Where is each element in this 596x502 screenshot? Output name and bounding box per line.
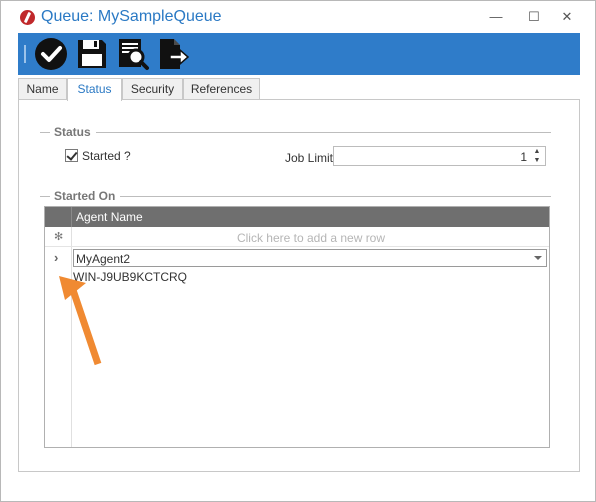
tab-status[interactable]: Status — [67, 78, 122, 101]
tab-name[interactable]: Name — [18, 78, 67, 100]
export-icon — [160, 39, 190, 69]
new-row-icon: ✻ — [54, 231, 64, 243]
started-on-group-header: Started On — [40, 189, 551, 203]
new-row-hint: Click here to add a new row — [236, 231, 386, 245]
toolbar — [18, 33, 580, 75]
save-icon — [78, 40, 106, 68]
document-preview-icon — [119, 39, 149, 70]
agent-name-value: MyAgent2 — [76, 252, 131, 266]
grid-header: Agent Name — [45, 207, 549, 227]
maximize-button[interactable]: ☐ — [519, 7, 549, 27]
window-title: Queue: MySampleQueue — [41, 8, 222, 25]
grid-corner — [45, 207, 72, 227]
chevron-down-icon[interactable] — [534, 256, 542, 260]
save-button[interactable] — [75, 37, 109, 71]
job-limit-label: Job Limit — [285, 151, 334, 165]
preview-button[interactable] — [116, 37, 150, 71]
started-checkbox[interactable] — [65, 149, 78, 162]
spin-down-icon[interactable]: ▼ — [532, 157, 542, 165]
toolbar-grip[interactable] — [24, 45, 26, 63]
title-bar: Queue: MySampleQueue — ☐ ✕ — [1, 1, 595, 33]
job-limit-value: 1 — [520, 150, 527, 164]
table-row[interactable]: › MyAgent2 — [45, 248, 549, 268]
started-label: Started ? — [82, 149, 131, 163]
new-row[interactable]: ✻ Click here to add a new row — [45, 227, 549, 247]
save-and-close-button[interactable] — [34, 37, 68, 71]
annotation-arrow-icon — [59, 276, 102, 366]
check-circle-icon — [35, 38, 67, 70]
job-limit-spinner[interactable]: 1 ▲ ▼ — [333, 146, 546, 166]
status-group-title: Status — [54, 125, 91, 139]
spin-up-icon[interactable]: ▲ — [532, 148, 542, 156]
agent-name-dropdown[interactable]: MyAgent2 — [73, 249, 547, 267]
started-on-group-title: Started On — [54, 189, 116, 203]
app-logo-icon — [20, 10, 35, 25]
tab-security[interactable]: Security — [122, 78, 183, 100]
minimize-button[interactable]: — — [481, 7, 511, 27]
tab-references[interactable]: References — [183, 78, 260, 100]
close-button[interactable]: ✕ — [552, 7, 582, 27]
current-row-indicator-icon: › — [54, 250, 59, 265]
agents-grid: Agent Name ✻ Click here to add a new row… — [44, 206, 550, 448]
export-button[interactable] — [156, 37, 190, 71]
status-group-header: Status — [40, 125, 551, 139]
agent-name-column-header[interactable]: Agent Name — [76, 210, 143, 224]
